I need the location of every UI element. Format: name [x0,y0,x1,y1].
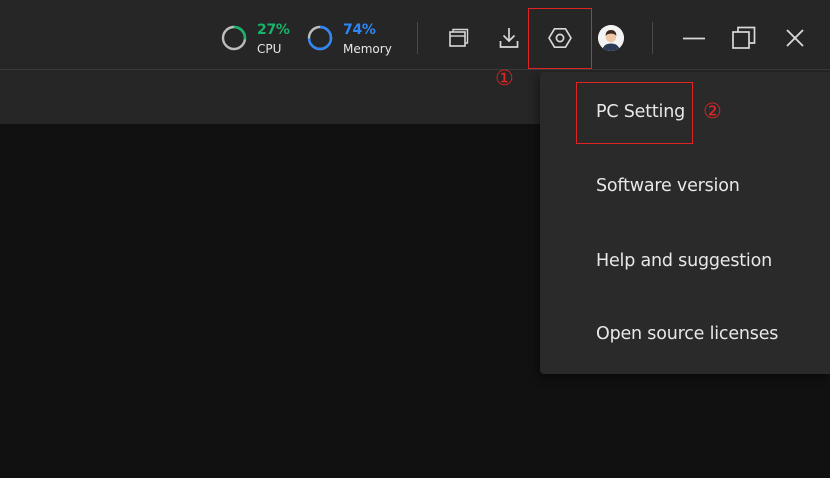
cpu-gauge: 27% CPU [220,20,290,60]
avatar[interactable] [598,25,624,51]
memory-percent: 74% [343,22,376,38]
pc-setting-highlight-box [576,82,693,144]
separator [417,22,418,54]
window-icon [449,28,469,47]
cpu-ring-icon [221,25,247,51]
restore-button[interactable] [730,24,758,52]
menu-item-software-version[interactable]: Software version [596,176,740,196]
menu-item-open-source-licenses[interactable]: Open source licenses [596,324,778,344]
cpu-label: CPU [257,42,282,56]
close-button[interactable] [781,24,809,52]
step-1-marker: ① [495,66,514,90]
minimize-button[interactable] [680,24,708,52]
title-bar: 27% CPU 74% Memory [0,0,830,70]
avatar-icon [598,25,624,51]
restore-icon [732,26,756,49]
menu-item-help-and-suggestion[interactable]: Help and suggestion [596,251,772,271]
download-button[interactable] [495,24,523,52]
memory-label: Memory [343,42,392,56]
close-icon [786,29,804,47]
settings-highlight-box [528,8,592,69]
download-icon [499,28,519,48]
cpu-percent: 27% [257,22,290,38]
window-button[interactable] [444,24,472,52]
memory-gauge: 74% Memory [306,20,406,60]
memory-ring-icon [307,25,333,51]
minimize-icon [683,37,705,40]
separator [652,22,653,54]
step-2-marker: ② [703,99,722,123]
